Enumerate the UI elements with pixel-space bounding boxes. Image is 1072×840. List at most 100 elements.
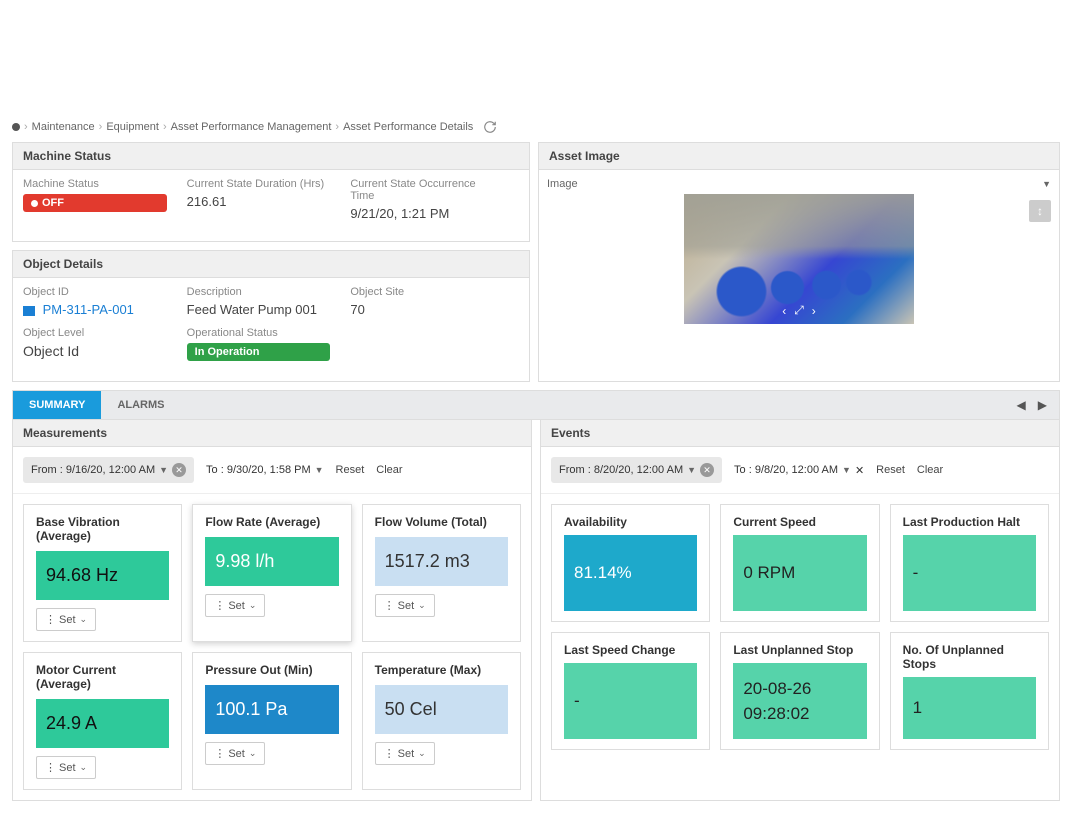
card-value: 1517.2 m3 <box>375 537 508 586</box>
card-title: Motor Current (Average) <box>36 663 169 691</box>
event-card: Last Production Halt - <box>890 504 1049 622</box>
sort-icon[interactable]: ↕ <box>1029 200 1051 222</box>
chevron-down-icon: ⌄ <box>418 600 426 611</box>
panel-header: Measurements <box>13 420 531 447</box>
asset-image: ‹ ⤢ › <box>684 194 914 324</box>
more-icon: ⋮ <box>45 613 55 626</box>
date-from-selector[interactable]: From : 9/16/20, 12:00 AM ▼ ✕ <box>23 457 194 483</box>
measurement-card: Motor Current (Average) 24.9 A ⋮ Set ⌄ <box>23 652 182 790</box>
card-title: Flow Rate (Average) <box>205 515 338 529</box>
breadcrumb-link[interactable]: Asset Performance Details <box>343 121 473 133</box>
panel-header: Machine Status <box>13 143 529 170</box>
close-icon[interactable]: ✕ <box>855 464 864 477</box>
card-title: Last Production Halt <box>903 515 1036 529</box>
measurement-card: Flow Rate (Average)9.98 l/h⋮ Set ⌄ <box>192 504 351 642</box>
object-details-panel: Object Details Object ID PM-311-PA-001 D… <box>12 250 530 382</box>
card-title: No. Of Unplanned Stops <box>903 643 1036 671</box>
chevron-right-icon: › <box>335 121 339 133</box>
card-value: 20-08-2609:28:02 <box>733 663 866 739</box>
badge-text: OFF <box>42 197 64 209</box>
field-label: Object ID <box>23 286 167 298</box>
page-prev-icon[interactable]: ◀ <box>1017 398 1026 412</box>
events-panel: Events From : 8/20/20, 12:00 AM ▼ ✕ To :… <box>540 420 1060 801</box>
refresh-icon[interactable] <box>483 120 497 134</box>
card-value: 0 RPM <box>733 535 866 611</box>
chevron-down-icon: ▼ <box>842 465 851 475</box>
image-label: Image <box>547 178 578 190</box>
reset-button[interactable]: Reset <box>876 464 905 476</box>
status-badge-on: In Operation <box>187 343 331 361</box>
object-id-link[interactable]: PM-311-PA-001 <box>23 302 167 317</box>
card-value: 50 Cel <box>375 685 508 734</box>
date-from-text: From : 8/20/20, 12:00 AM <box>559 464 683 476</box>
image-prev-icon[interactable]: ‹ <box>782 304 786 318</box>
chevron-down-icon: ⌄ <box>80 614 88 625</box>
object-id-text[interactable]: PM-311-PA-001 <box>43 302 134 317</box>
chevron-right-icon: › <box>163 121 167 133</box>
chevron-down-icon: ⌄ <box>249 748 257 759</box>
tab-alarms[interactable]: ALARMS <box>101 391 180 419</box>
clear-button[interactable]: Clear <box>376 464 402 476</box>
field-label: Object Site <box>350 286 494 298</box>
clear-button[interactable]: Clear <box>917 464 943 476</box>
field-label: Operational Status <box>187 327 331 339</box>
event-card: Availability 81.14% <box>551 504 710 622</box>
date-to-text: To : 9/8/20, 12:00 AM <box>734 464 838 476</box>
set-button[interactable]: ⋮ Set ⌄ <box>205 594 265 617</box>
chevron-down-icon: ▼ <box>315 465 324 475</box>
card-title: Base Vibration (Average) <box>36 515 169 543</box>
field-value: 9/21/20, 1:21 PM <box>350 206 494 221</box>
chevron-down-icon: ⌄ <box>80 762 88 773</box>
tab-summary[interactable]: SUMMARY <box>13 391 101 419</box>
breadcrumb-link[interactable]: Equipment <box>106 121 159 133</box>
card-title: Pressure Out (Min) <box>205 663 338 677</box>
card-value: 100.1 Pa <box>205 685 338 734</box>
chevron-down-icon: ▼ <box>159 465 168 475</box>
set-button[interactable]: ⋮ Set ⌄ <box>375 742 435 765</box>
event-card: Current Speed 0 RPM <box>720 504 879 622</box>
set-button[interactable]: ⋮ Set ⌄ <box>36 756 96 779</box>
measurements-panel: Measurements From : 9/16/20, 12:00 AM ▼ … <box>12 420 532 801</box>
close-icon[interactable]: ✕ <box>700 463 714 477</box>
event-card: Last Unplanned Stop 20-08-2609:28:02 <box>720 632 879 750</box>
machine-status-panel: Machine Status Machine Status OFF Curren… <box>12 142 530 242</box>
breadcrumb-link[interactable]: Maintenance <box>32 121 95 133</box>
card-title: Last Speed Change <box>564 643 697 657</box>
chevron-down-icon[interactable]: ▼ <box>1042 179 1051 189</box>
field-value: 216.61 <box>187 194 331 209</box>
breadcrumb-root-icon <box>12 123 20 131</box>
set-button[interactable]: ⋮ Set ⌄ <box>36 608 96 631</box>
set-button[interactable]: ⋮ Set ⌄ <box>375 594 435 617</box>
card-title: Current Speed <box>733 515 866 529</box>
card-title: Flow Volume (Total) <box>375 515 508 529</box>
field-value: Object Id <box>23 343 167 359</box>
expand-icon[interactable]: ⤢ <box>794 303 804 318</box>
date-to-selector[interactable]: To : 9/30/20, 1:58 PM ▼ <box>206 464 324 476</box>
field-value: Feed Water Pump 001 <box>187 302 331 317</box>
date-from-selector[interactable]: From : 8/20/20, 12:00 AM ▼ ✕ <box>551 457 722 483</box>
image-next-icon[interactable]: › <box>812 304 816 318</box>
card-title: Availability <box>564 515 697 529</box>
panel-header: Object Details <box>13 251 529 278</box>
card-title: Last Unplanned Stop <box>733 643 866 657</box>
event-card: No. Of Unplanned Stops1 <box>890 632 1049 750</box>
tabs-bar: SUMMARY ALARMS ◀ ▶ <box>12 390 1060 420</box>
set-button[interactable]: ⋮ Set ⌄ <box>205 742 265 765</box>
card-value: 24.9 A <box>36 699 169 748</box>
more-icon: ⋮ <box>45 761 55 774</box>
asset-image-panel: Asset Image Image ▼ ‹ ⤢ › <box>538 142 1060 382</box>
object-icon <box>23 306 35 316</box>
reset-button[interactable]: Reset <box>336 464 365 476</box>
breadcrumb: › Maintenance › Equipment › Asset Perfor… <box>12 120 1060 134</box>
date-to-selector[interactable]: To : 9/8/20, 12:00 AM ▼ ✕ <box>734 464 864 477</box>
close-icon[interactable]: ✕ <box>172 463 186 477</box>
field-label: Current State Duration (Hrs) <box>187 178 331 190</box>
card-value: - <box>903 535 1036 611</box>
page-next-icon[interactable]: ▶ <box>1038 398 1047 412</box>
breadcrumb-link[interactable]: Asset Performance Management <box>171 121 332 133</box>
field-label: Object Level <box>23 327 167 339</box>
chevron-right-icon: › <box>24 121 28 133</box>
card-value: 81.14% <box>564 535 697 611</box>
measurement-card: Pressure Out (Min) 100.1 Pa ⋮ Set ⌄ <box>192 652 351 790</box>
field-label: Current State Occurrence Time <box>350 178 494 202</box>
